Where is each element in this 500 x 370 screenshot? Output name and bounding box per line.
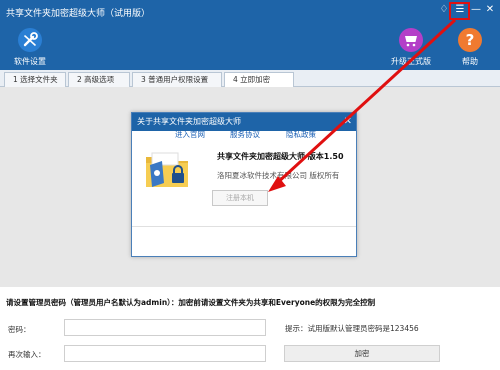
tab-strip: 1 选择文件夹 2 高级选项 3 普通用户权限设置 4 立即加密 bbox=[0, 70, 500, 88]
minimize-button[interactable]: — bbox=[470, 3, 482, 17]
service-agreement-link[interactable]: 服务协议 bbox=[230, 129, 260, 140]
settings-tool-button[interactable]: 软件设置 bbox=[10, 28, 50, 67]
menu-highlight-box bbox=[449, 2, 470, 20]
tab-advanced-options[interactable]: 2 高级选项 bbox=[68, 72, 130, 87]
folder-lock-icon bbox=[142, 143, 192, 193]
question-icon: ? bbox=[458, 28, 482, 52]
privacy-policy-link[interactable]: 隐私政策 bbox=[286, 129, 316, 140]
window-title: 共享文件夹加密超级大师（试用版） bbox=[6, 9, 151, 19]
copyright-text: 洛阳夏冰软件技术有限公司 版权所有 bbox=[217, 171, 340, 180]
password-instruction: 请设置管理员密码（管理员用户名默认为admin）：加密前请设置文件夹为共享和Ev… bbox=[6, 298, 376, 307]
upgrade-tool-label: 升级正式版 bbox=[391, 57, 431, 66]
password-label: 密码： bbox=[8, 325, 31, 334]
svg-text:?: ? bbox=[466, 31, 475, 49]
tab-encrypt-now[interactable]: 4 立即加密 bbox=[224, 72, 294, 88]
dialog-close-icon[interactable]: ✕ bbox=[344, 113, 352, 131]
title-bar: 共享文件夹加密超级大师（试用版） ♢ ☰ — ✕ 软件设置 升级正式版 ? 帮助 bbox=[0, 0, 500, 70]
close-button[interactable]: ✕ bbox=[484, 3, 496, 17]
help-tool-button[interactable]: ? 帮助 bbox=[452, 28, 488, 67]
default-password-hint: 提示：试用版默认管理员密码是123456 bbox=[285, 324, 419, 333]
encrypt-button[interactable]: 加密 bbox=[284, 345, 440, 362]
confirm-password-label: 再次输入： bbox=[8, 350, 46, 359]
upgrade-tool-button[interactable]: 升级正式版 bbox=[388, 28, 434, 67]
tab-select-folder[interactable]: 1 选择文件夹 bbox=[4, 72, 66, 87]
settings-tool-label: 软件设置 bbox=[14, 57, 46, 66]
register-button[interactable]: 注册本机 bbox=[212, 190, 268, 206]
confirm-password-field[interactable] bbox=[64, 345, 266, 362]
password-field[interactable] bbox=[64, 319, 266, 336]
product-version: 共享文件夹加密超级大师 版本1.50 bbox=[217, 152, 344, 161]
website-link[interactable]: 进入官网 bbox=[175, 129, 205, 140]
cart-icon bbox=[399, 28, 423, 52]
about-dialog-title: 关于共享文件夹加密超级大师 bbox=[137, 117, 241, 126]
password-form: 请设置管理员密码（管理员用户名默认为admin）：加密前请设置文件夹为共享和Ev… bbox=[0, 287, 500, 370]
dialog-divider bbox=[132, 226, 356, 227]
tab-user-permissions[interactable]: 3 普通用户权限设置 bbox=[132, 72, 222, 87]
wrench-icon bbox=[18, 28, 42, 52]
help-tool-label: 帮助 bbox=[462, 57, 478, 66]
